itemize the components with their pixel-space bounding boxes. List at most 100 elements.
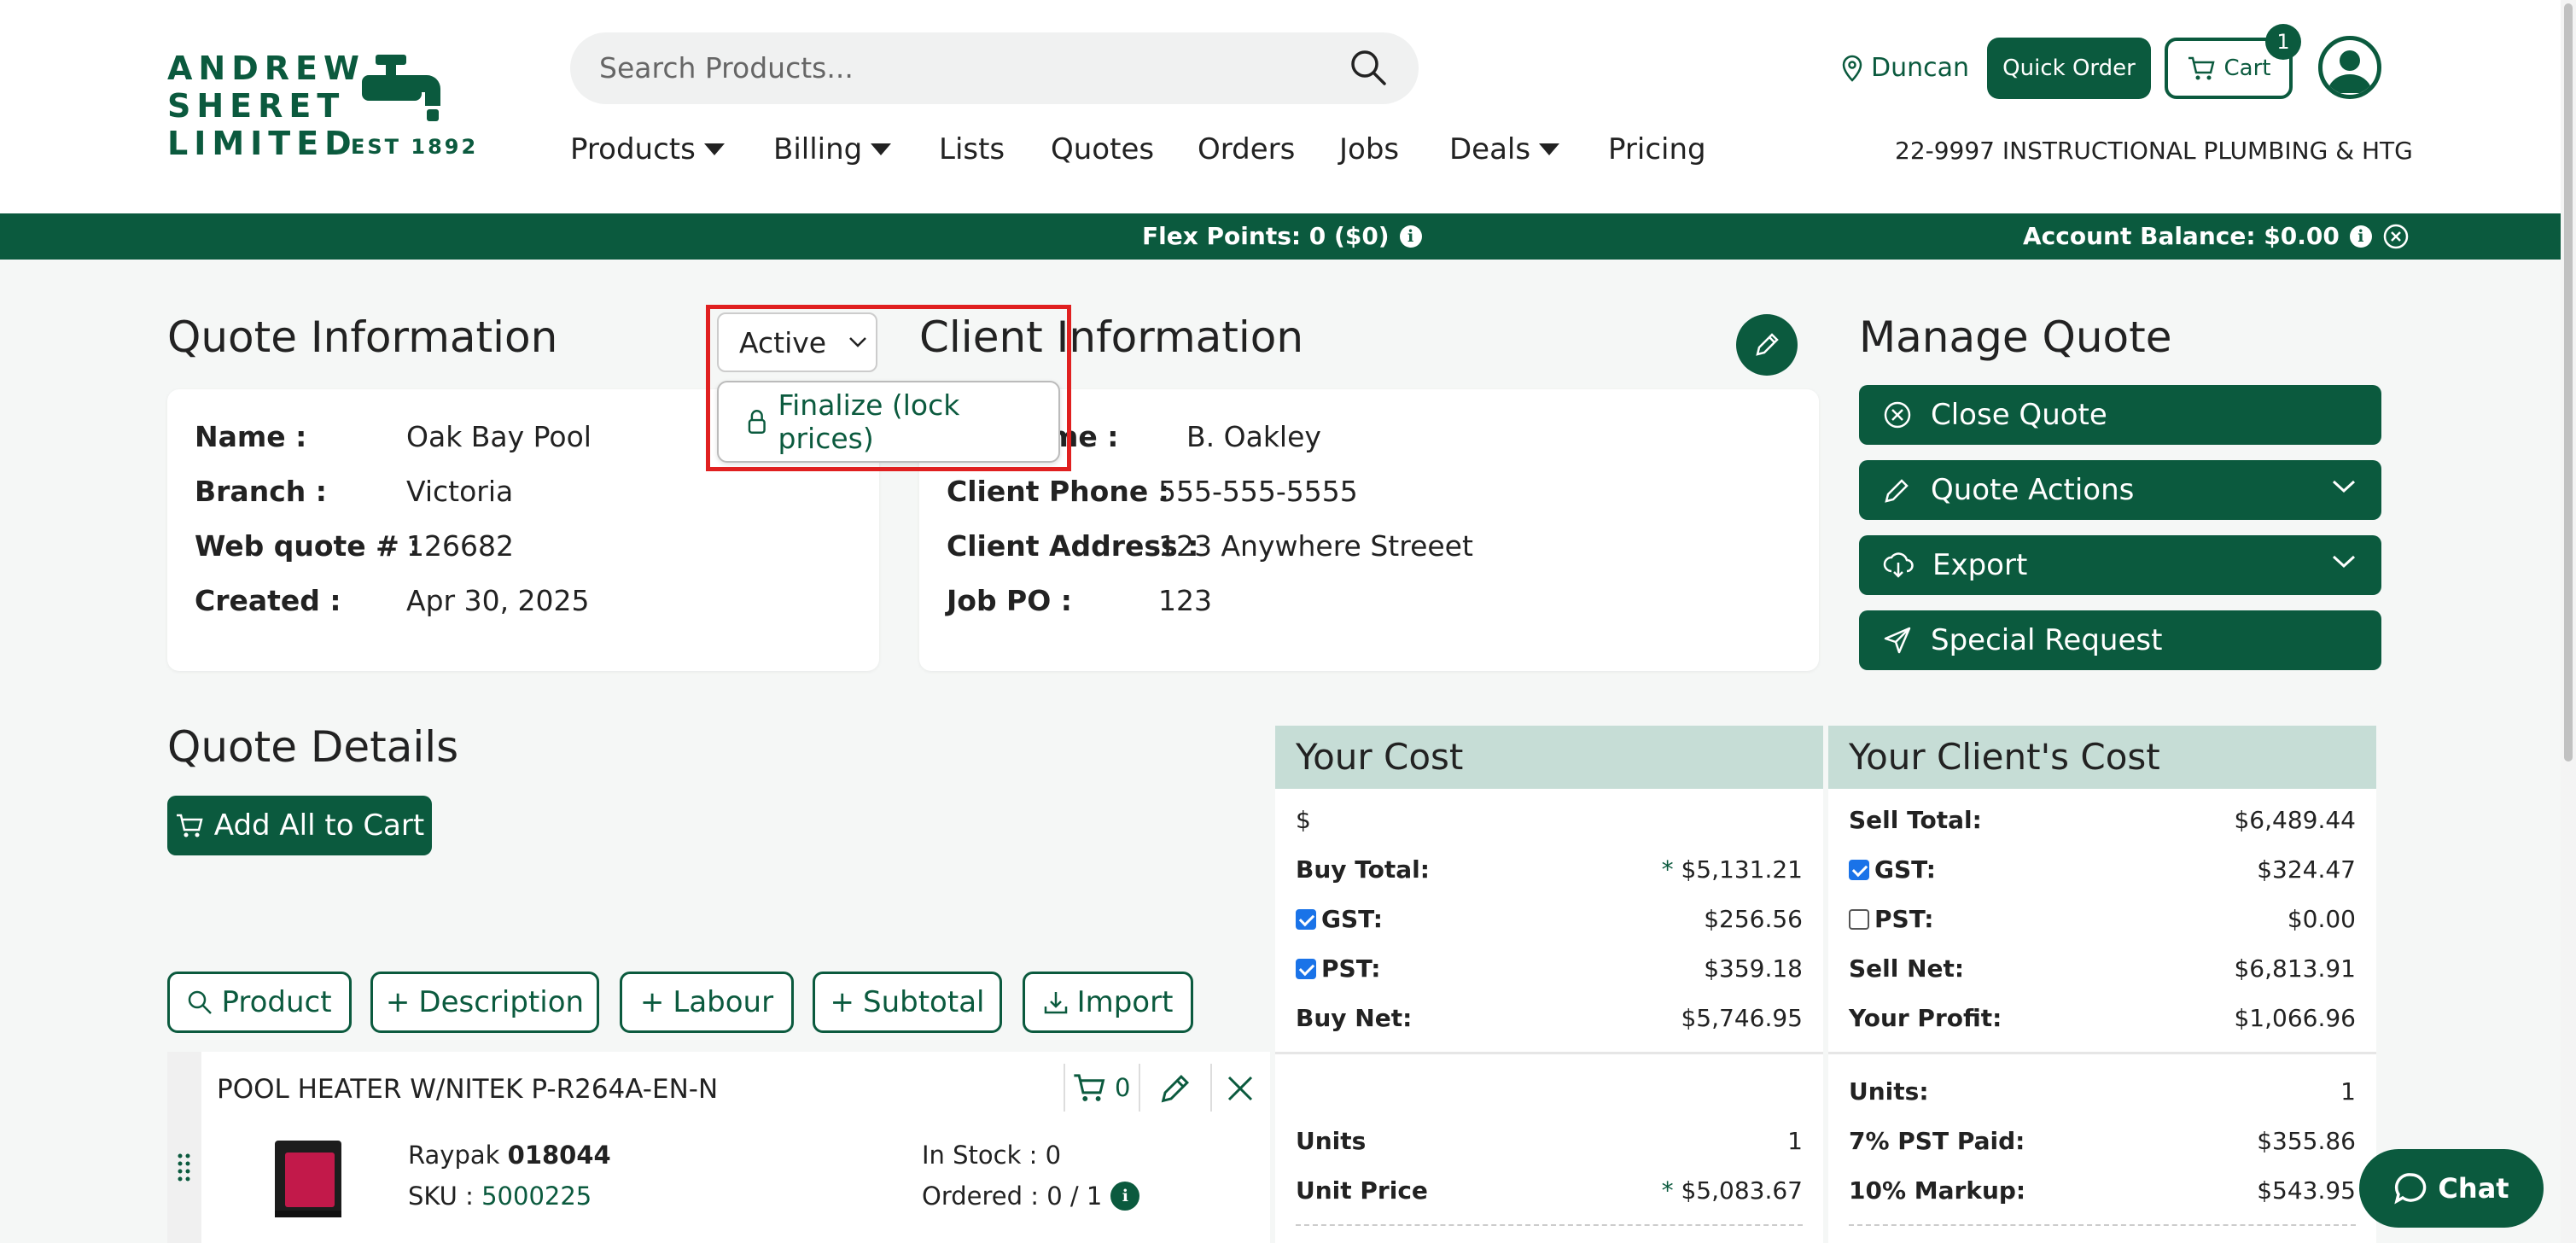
special-request-button[interactable]: Special Request	[1859, 610, 2381, 670]
nav-quotes[interactable]: Quotes	[1051, 132, 1154, 166]
product-sku-link[interactable]: 5000225	[481, 1182, 592, 1211]
quote-info-title: Quote Information	[167, 312, 558, 362]
quick-order-button[interactable]: Quick Order	[1987, 38, 2151, 99]
quote-actions-button[interactable]: Quote Actions	[1859, 460, 2381, 520]
add-product-button[interactable]: Product	[167, 972, 352, 1033]
divider	[1828, 1052, 2376, 1054]
add-description-button[interactable]: + Description	[370, 972, 599, 1033]
nav-jobs[interactable]: Jobs	[1339, 132, 1399, 166]
add-labour-button[interactable]: + Labour	[620, 972, 794, 1033]
product-brand-part: Raypak 018044	[408, 1141, 611, 1170]
pencil-icon[interactable]	[1159, 1071, 1193, 1105]
flex-points-text: Flex Points: 0 ($0)	[1142, 222, 1390, 250]
plus-icon: +	[830, 985, 855, 1019]
flex-points: Flex Points: 0 ($0) i	[1142, 222, 1422, 250]
divider	[1210, 1064, 1212, 1112]
client-cost-title: Your Client's Cost	[1828, 726, 2376, 789]
page-scrollbar[interactable]	[2561, 0, 2576, 1243]
search-input[interactable]: Search Products...	[599, 51, 854, 85]
plus-icon: +	[385, 985, 411, 1019]
pencil-icon	[1756, 333, 1779, 356]
your-cost-title: Your Cost	[1275, 726, 1823, 789]
nav-orders[interactable]: Orders	[1198, 132, 1295, 166]
branch-location[interactable]: Duncan	[1842, 53, 1969, 83]
nav-lists[interactable]: Lists	[939, 132, 1005, 166]
cart-icon	[2188, 56, 2215, 80]
close-circle-icon[interactable]	[2382, 223, 2410, 250]
user-avatar-icon[interactable]	[2318, 36, 2381, 99]
export-button[interactable]: Export	[1859, 535, 2381, 595]
nav-billing[interactable]: Billing	[773, 132, 892, 166]
nav-products[interactable]: Products	[570, 132, 725, 166]
close-quote-button[interactable]: Close Quote	[1859, 385, 2381, 445]
nav-deals[interactable]: Deals	[1449, 132, 1560, 166]
nav-billing-label: Billing	[773, 132, 863, 166]
currency-symbol: $	[1296, 806, 1311, 834]
label: Buy Total:	[1296, 855, 1430, 884]
client-gst-checkbox[interactable]	[1849, 860, 1869, 880]
label: PST:	[1874, 905, 1934, 933]
quote-branch: Victoria	[406, 475, 514, 508]
pst-value: $359.18	[1704, 954, 1803, 983]
divider	[1139, 1064, 1140, 1112]
info-icon[interactable]: i	[2349, 225, 2372, 248]
client-gst-value: $324.47	[2257, 855, 2356, 884]
profit-value: $1,066.96	[2234, 1004, 2356, 1032]
product-line-item: POOL HEATER W/NITEK P-R264A-EN-N 0 Raypa…	[167, 1052, 1270, 1243]
nav-pricing[interactable]: Pricing	[1608, 132, 1706, 166]
label: Buy Net:	[1296, 1004, 1413, 1032]
asterisk: *	[1661, 855, 1681, 884]
label: Client Phone :	[947, 475, 1169, 508]
info-icon[interactable]: i	[1399, 225, 1422, 248]
client-units-label: Units:	[1849, 1077, 1929, 1106]
label: GST:	[1874, 855, 1936, 884]
caret-down-icon	[1539, 143, 1560, 155]
cart-icon	[1074, 1074, 1105, 1101]
send-icon	[1884, 627, 1911, 654]
pst-checkbox[interactable]	[1296, 959, 1316, 979]
search-icon[interactable]	[1349, 48, 1388, 87]
sell-total-label: Sell Total:	[1849, 806, 1982, 834]
sell-net-value: $6,813.91	[2234, 954, 2356, 983]
cart-label: Cart	[2223, 55, 2271, 81]
unit-price: $5,083.67	[1681, 1176, 1803, 1205]
drag-handle[interactable]	[167, 1052, 201, 1243]
label: GST:	[1321, 905, 1383, 933]
caret-down-icon	[871, 143, 892, 155]
location-pin-icon	[1842, 55, 1862, 82]
client-pst-checkbox[interactable]	[1849, 909, 1869, 930]
close-icon[interactable]	[1226, 1074, 1255, 1103]
account-balance-text: Account Balance: $0.00	[2023, 222, 2340, 250]
line-cart-button[interactable]: 0	[1072, 1072, 1130, 1103]
pencil-icon	[1885, 479, 1909, 503]
brand-logo[interactable]: ANDREW SHERET LIMITED EST 1892	[167, 50, 475, 162]
edit-client-button[interactable]	[1736, 314, 1798, 376]
label: Branch :	[195, 475, 327, 508]
divider	[1064, 1064, 1065, 1112]
close-quote-label: Close Quote	[1931, 398, 2107, 432]
gst-checkbox[interactable]	[1296, 909, 1316, 930]
add-subtotal-button[interactable]: + Subtotal	[813, 972, 1002, 1033]
import-button[interactable]: Import	[1023, 972, 1193, 1033]
chat-button[interactable]: Chat	[2359, 1149, 2544, 1228]
add-all-label: Add All to Cart	[213, 808, 425, 843]
divider	[1275, 1052, 1823, 1054]
search-bar[interactable]: Search Products...	[570, 32, 1419, 104]
account-balance: Account Balance: $0.00 i	[2023, 222, 2410, 250]
product-image	[275, 1141, 341, 1217]
buy-net-label: Buy Net:	[1296, 1004, 1412, 1032]
scrollbar-thumb[interactable]	[2564, 3, 2573, 762]
add-all-to-cart-button[interactable]: Add All to Cart	[167, 796, 432, 855]
divider	[1849, 1224, 2356, 1226]
account-name: 22-9997 INSTRUCTIONAL PLUMBING & HTG	[1895, 137, 2413, 165]
client-cost-panel: Your Client's Cost Sell Total: $6,489.44…	[1828, 726, 2376, 1243]
gst-row: GST:	[1296, 905, 1383, 933]
plus-icon: +	[639, 985, 665, 1019]
pst-row: PST:	[1296, 954, 1380, 983]
chat-bubble-icon	[2394, 1173, 2427, 1205]
special-request-label: Special Request	[1931, 623, 2163, 657]
info-icon[interactable]: i	[1110, 1182, 1140, 1211]
label: Name :	[195, 420, 307, 453]
labour-label: Labour	[673, 985, 774, 1019]
sku-label: SKU :	[408, 1182, 474, 1211]
